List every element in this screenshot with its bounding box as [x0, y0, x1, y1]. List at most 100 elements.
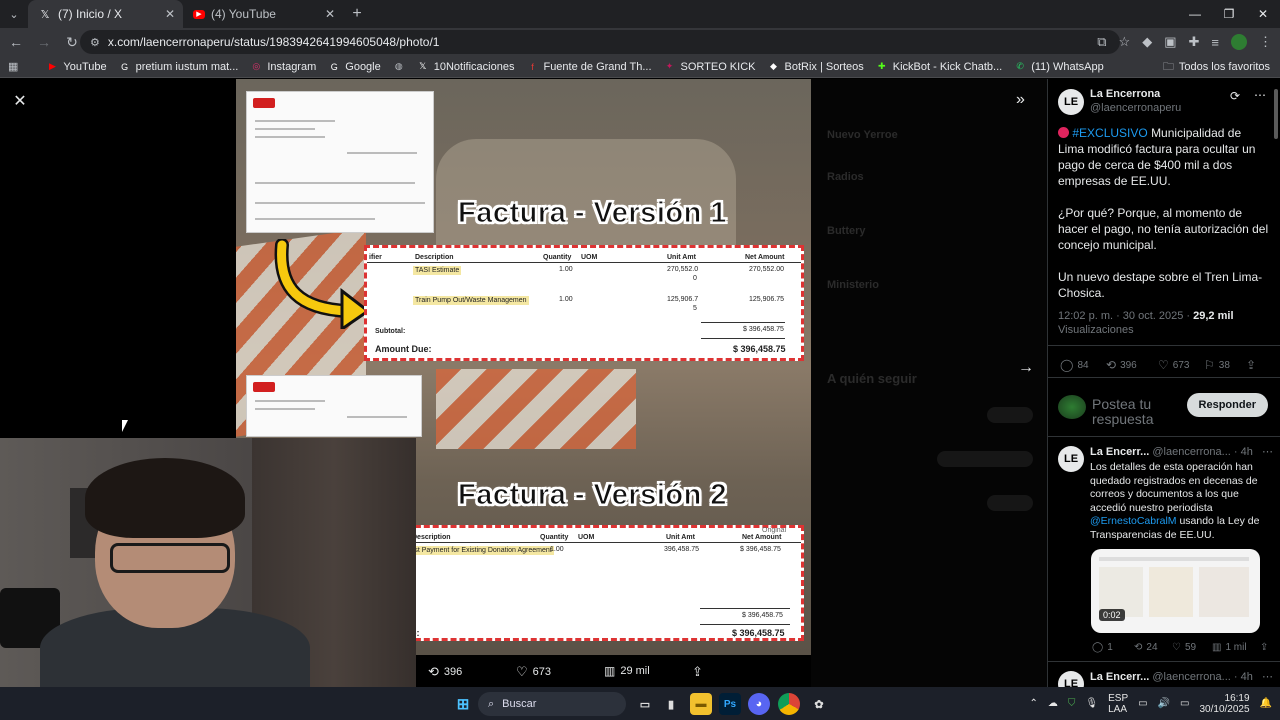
photoshop-icon[interactable]: Ps	[719, 693, 741, 715]
like-metric[interactable]: ♡ 59	[1172, 642, 1196, 653]
reply-video[interactable]: 0:02	[1091, 549, 1260, 633]
views-metric[interactable]: ▥ 1 mil	[1212, 642, 1247, 653]
heart-icon: ♡	[1158, 358, 1169, 372]
restore-icon[interactable]: ❐	[1212, 0, 1246, 28]
bookmark-star-icon[interactable]: ☆	[1119, 34, 1131, 50]
tab-strip: ⌄ 𝕏 (7) Inicio / X ✕ ▶ (4) YouTube ✕ + —…	[0, 0, 1280, 28]
reply-header: La Encerr... @laencerrona... · 4h	[1090, 446, 1253, 458]
tab-x-home[interactable]: 𝕏 (7) Inicio / X ✕	[28, 0, 183, 28]
discord-icon[interactable]: ◕	[748, 693, 770, 715]
grok-icon[interactable]: ⟳	[1230, 89, 1240, 103]
youtube-icon: ▶	[48, 61, 56, 71]
bookmark-item[interactable]: ✦ SORTEO KICK	[658, 61, 762, 73]
tab-search-icon[interactable]: ⌄	[0, 0, 28, 28]
forward-icon[interactable]: →	[32, 30, 56, 54]
bookmark-item[interactable]: ◆ BotRix | Sorteos	[761, 61, 869, 73]
more-icon[interactable]: ⋯	[1262, 445, 1273, 458]
scrollbar[interactable]	[1274, 89, 1278, 139]
reply-metric[interactable]: ◯ 1	[1092, 642, 1113, 653]
bookmark-item[interactable]: ◍	[387, 61, 411, 73]
more-icon[interactable]: ⋯	[1254, 88, 1266, 102]
tweet-time[interactable]: 12:02 p. m. · 30 oct. 2025 ·	[1058, 310, 1190, 322]
share-button[interactable]: ⇪	[692, 664, 703, 680]
shield-icon[interactable]: ⛉	[1068, 698, 1076, 709]
share-icon: ⇪	[1246, 358, 1257, 372]
share-icon: ⇪	[1260, 642, 1269, 653]
address-bar[interactable]: ⚙ x.com/laencerronaperu/status/198394264…	[80, 30, 1120, 54]
extension-icon[interactable]: ▣	[1164, 34, 1176, 50]
bookmark-icon: ⚐	[1204, 358, 1215, 372]
network-icon[interactable]: ▭	[1138, 698, 1147, 709]
bookmark-item[interactable]: Gpretium iustum mat...	[113, 61, 245, 73]
bookmark-item[interactable]: f Fuente de Grand Th...	[520, 61, 657, 73]
volume-icon[interactable]: 🔊	[1158, 698, 1170, 709]
share-button[interactable]: ⇪	[1246, 358, 1256, 372]
tab-youtube[interactable]: ▶ (4) YouTube ✕	[183, 0, 343, 28]
close-tab-icon[interactable]: ✕	[165, 7, 175, 21]
heart-icon: ♡	[516, 664, 528, 679]
bookmark-item[interactable]: ▶ YouTube	[40, 61, 112, 73]
like-metric[interactable]: ♡ 673	[1158, 358, 1189, 372]
chrome-icon[interactable]	[778, 693, 800, 715]
extensions-puzzle-icon[interactable]: ✚	[1189, 34, 1200, 50]
like-button[interactable]: ♡ 673	[516, 664, 551, 680]
tweet-paragraph-3: Un nuevo destape sobre el Tren Lima-Chos…	[1058, 270, 1263, 300]
tweet-text: #EXCLUSIVO Municipalidad de Lima modific…	[1058, 125, 1270, 301]
language-indicator[interactable]: ESP LAA	[1108, 693, 1128, 715]
site-info-icon[interactable]: ⚙	[90, 36, 100, 49]
windows-start-icon[interactable]: ⊞	[452, 693, 474, 715]
menu-icon[interactable]: ⋮	[1259, 34, 1272, 50]
taskbar-search[interactable]: ⌕ Buscar	[478, 692, 626, 716]
avatar[interactable]: LE	[1058, 446, 1084, 472]
bookmark-item[interactable]: 𝕏 10Notificaciones	[411, 61, 521, 73]
bookmark-item[interactable]: ◎ Instagram	[244, 61, 322, 73]
back-icon[interactable]: ←	[4, 30, 28, 54]
task-view-icon[interactable]: ▭	[634, 693, 656, 715]
share-button[interactable]: ⇪	[1260, 642, 1268, 653]
author-handle[interactable]: @laencerronaperu	[1090, 102, 1181, 114]
install-icon[interactable]: ⧉	[1097, 34, 1106, 50]
bookmark-item[interactable]: ✚ KickBot - Kick Chatb...	[870, 61, 1008, 73]
retweet-metric[interactable]: ⟲ 396	[1106, 358, 1137, 372]
cloud-icon[interactable]: ☁	[1048, 698, 1058, 709]
author-name[interactable]: La Encerrona	[1090, 88, 1160, 100]
avatar[interactable]: LE	[1058, 671, 1084, 687]
retweet-button[interactable]: ⟲ 396	[428, 664, 462, 680]
battery-icon[interactable]: ▭	[1180, 698, 1189, 709]
collapse-panel-icon[interactable]: »	[1016, 91, 1025, 109]
app-icon[interactable]: ✿	[808, 693, 830, 715]
bookmark-label: KickBot - Kick Chatb...	[892, 60, 1003, 73]
clock[interactable]: 16:19 30/10/2025	[1199, 693, 1249, 715]
windows-taskbar: ⊞ ⌕ Buscar ▭ ▮ ▬ Ps ◕ ✿ ⌃ ☁ ⛉ 🎙 ESP LAA …	[0, 687, 1280, 720]
mention-link[interactable]: @ErnestoCabralM	[1090, 515, 1177, 527]
new-tab-button[interactable]: +	[343, 0, 371, 28]
reply-button[interactable]: Responder	[1186, 393, 1268, 417]
hashtag-link[interactable]: #EXCLUSIVO	[1072, 126, 1147, 140]
more-icon[interactable]: ⋯	[1262, 670, 1273, 683]
bookmarks-folder[interactable]: 🗀 Todos los favoritos	[1163, 56, 1270, 78]
bookmark-metric[interactable]: ⚐ 38	[1204, 358, 1230, 372]
close-window-icon[interactable]: ✕	[1246, 0, 1280, 28]
avatar[interactable]: LE	[1058, 89, 1084, 115]
file-explorer-icon[interactable]: ▬	[690, 693, 712, 715]
minimize-icon[interactable]: —	[1178, 0, 1212, 28]
retweet-metric[interactable]: ⟲ 24	[1134, 642, 1158, 653]
bookmark-item[interactable]: ✆ (11) WhatsApp	[1008, 61, 1110, 73]
bg-label: Radios	[827, 171, 864, 183]
microphone-icon[interactable]: 🎙	[1085, 698, 1098, 709]
notifications-icon[interactable]: 🔔	[1260, 698, 1272, 709]
views-button[interactable]: ▥ 29 mil	[604, 664, 650, 678]
next-photo-arrow-icon[interactable]: →	[1018, 359, 1034, 377]
reply-metric[interactable]: ◯ 84	[1060, 358, 1089, 372]
profile-avatar[interactable]	[1231, 34, 1247, 50]
bookmark-item[interactable]: G Google	[322, 61, 386, 73]
app-icon[interactable]: ▮	[660, 693, 682, 715]
close-tab-icon[interactable]: ✕	[325, 7, 335, 21]
invoice-thumbnail-1	[246, 91, 434, 233]
extension-icon[interactable]: ◆	[1142, 34, 1152, 50]
reply-input[interactable]: Postea tu respuesta	[1092, 397, 1182, 427]
reading-list-icon[interactable]: ≡	[1211, 35, 1219, 50]
close-icon[interactable]: ✕	[10, 91, 30, 111]
chevron-up-icon[interactable]: ⌃	[1030, 698, 1038, 709]
apps-icon[interactable]: ▦	[0, 60, 24, 73]
